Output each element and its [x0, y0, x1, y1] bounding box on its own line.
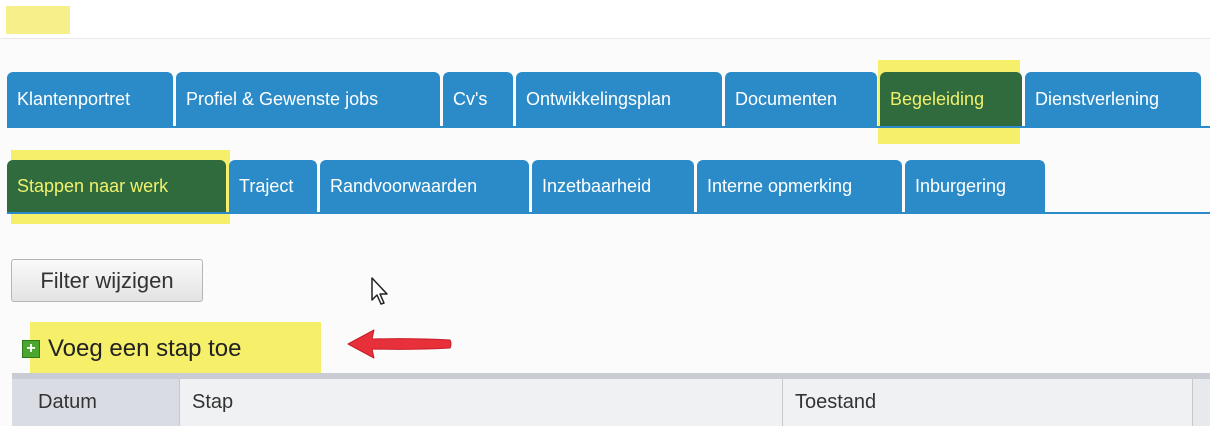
- column-header-stap[interactable]: Stap: [180, 379, 783, 426]
- tab-interne-opmerking[interactable]: Interne opmerking: [697, 160, 902, 212]
- tab-ontwikkelingsplan[interactable]: Ontwikkelingsplan: [516, 72, 722, 126]
- tab-traject[interactable]: Traject: [229, 160, 317, 212]
- table-header-row: Datum Stap Toestand: [12, 373, 1210, 426]
- main-tab-underline: [7, 126, 1210, 128]
- add-step-label: Voeg een stap toe: [48, 335, 242, 362]
- tab-dienstverlening[interactable]: Dienstverlening: [1025, 72, 1201, 126]
- column-header-toestand[interactable]: Toestand: [783, 379, 1193, 426]
- tab-randvoorwaarden[interactable]: Randvoorwaarden: [320, 160, 529, 212]
- sub-tab-underline: [7, 212, 1210, 214]
- highlight-marker: [6, 6, 70, 34]
- tab-inzetbaarheid[interactable]: Inzetbaarheid: [532, 160, 694, 212]
- mouse-pointer-icon: [371, 277, 388, 305]
- tab-cvs[interactable]: Cv's: [443, 72, 513, 126]
- add-step-link[interactable]: + Voeg een stap toe: [22, 335, 242, 363]
- sub-tab-bar: Stappen naar werk Traject Randvoorwaarde…: [7, 160, 1048, 212]
- column-header-datum[interactable]: Datum: [12, 379, 180, 426]
- filter-wijzigen-button[interactable]: Filter wijzigen: [11, 259, 203, 302]
- tab-profiel-gewenste-jobs[interactable]: Profiel & Gewenste jobs: [176, 72, 440, 126]
- tab-klantenportret[interactable]: Klantenportret: [7, 72, 173, 126]
- top-bar: [0, 0, 1210, 39]
- tab-stappen-naar-werk[interactable]: Stappen naar werk: [7, 160, 226, 212]
- main-tab-bar: Klantenportret Profiel & Gewenste jobs C…: [7, 72, 1204, 126]
- tab-inburgering[interactable]: Inburgering: [905, 160, 1045, 212]
- tab-documenten[interactable]: Documenten: [725, 72, 877, 126]
- plus-icon: +: [22, 340, 40, 358]
- tab-begeleiding[interactable]: Begeleiding: [880, 72, 1022, 126]
- red-arrow-icon: [347, 329, 452, 359]
